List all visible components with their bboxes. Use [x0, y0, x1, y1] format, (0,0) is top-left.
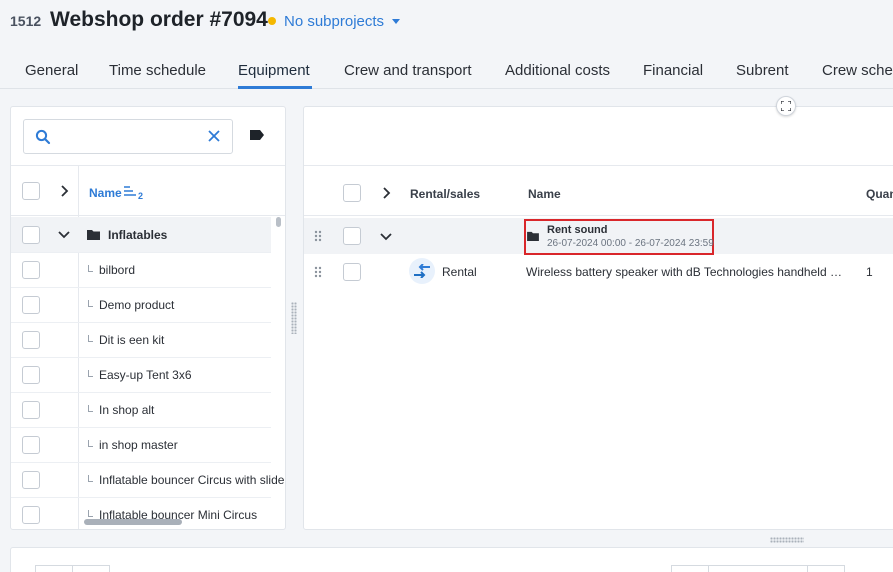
item-name[interactable]: Wireless battery speaker with dB Technol… — [526, 265, 850, 279]
bottom-panel — [10, 547, 893, 572]
name-column-header[interactable]: Name — [89, 186, 122, 200]
chevron-down-icon[interactable] — [58, 230, 70, 240]
tree-branch-icon — [88, 475, 93, 482]
item-quantity[interactable]: 1 — [866, 265, 873, 279]
item-label: Inflatable bouncer Circus with slide — [99, 473, 285, 487]
left-table-header — [11, 165, 285, 216]
chevron-right-icon[interactable] — [60, 185, 70, 197]
tab-crew-and-transport[interactable]: Crew and transport — [344, 62, 472, 79]
vertical-scrollbar[interactable] — [276, 217, 281, 227]
list-item[interactable]: In shop alt — [11, 393, 271, 428]
item-label: Easy-up Tent 3x6 — [99, 368, 192, 382]
sort-ascending-icon[interactable] — [124, 186, 136, 196]
sort-order-number: 2 — [138, 191, 144, 201]
item-label: In shop alt — [99, 403, 155, 417]
list-item[interactable]: Inflatable bouncer Mini Circus — [11, 498, 271, 529]
close-icon[interactable] — [207, 129, 221, 143]
group-dates: 26-07-2024 00:00 - 26-07-2024 23:59 — [547, 238, 714, 249]
panel-splitter-handle[interactable] — [291, 302, 297, 334]
group-row[interactable]: Inflatables — [11, 217, 271, 253]
row-checkbox[interactable] — [22, 436, 40, 454]
pager-button[interactable] — [35, 565, 73, 572]
expand-icon — [781, 101, 791, 111]
row-checkbox[interactable] — [22, 226, 40, 244]
select-all-checkbox[interactable] — [343, 184, 361, 202]
search-icon — [35, 129, 51, 145]
tree-branch-icon — [88, 510, 93, 517]
row-checkbox[interactable] — [22, 261, 40, 279]
group-label: Inflatables — [108, 228, 168, 242]
subprojects-dropdown[interactable]: No subprojects — [284, 13, 384, 30]
select-all-checkbox[interactable] — [22, 182, 40, 200]
right-table-header — [304, 165, 893, 216]
tree-branch-icon — [88, 335, 93, 342]
list-item[interactable]: Demo product — [11, 288, 271, 323]
horizontal-scrollbar[interactable] — [84, 519, 182, 525]
list-item[interactable]: Dit is een kit — [11, 323, 271, 358]
tab-financial[interactable]: Financial — [643, 62, 703, 79]
drag-handle-icon[interactable] — [314, 230, 322, 242]
row-checkbox[interactable] — [343, 263, 361, 281]
item-label: bilbord — [99, 263, 136, 277]
pager-button[interactable] — [807, 565, 845, 572]
row-checkbox[interactable] — [343, 227, 361, 245]
tree-branch-icon — [88, 370, 93, 377]
equipment-browser-panel: Name 2 Inflatables bilbord Demo product … — [10, 106, 286, 530]
active-tab-indicator — [238, 86, 312, 89]
row-checkbox[interactable] — [22, 331, 40, 349]
row-checkbox[interactable] — [22, 296, 40, 314]
status-dot — [268, 17, 276, 25]
folder-icon — [527, 231, 539, 241]
item-label: in shop master — [99, 438, 178, 452]
row-checkbox[interactable] — [22, 506, 40, 524]
chevron-right-icon[interactable] — [382, 187, 392, 199]
tab-additional-costs[interactable]: Additional costs — [505, 62, 610, 79]
rental-sales-column-header[interactable]: Rental/sales — [410, 187, 480, 201]
item-label: Dit is een kit — [99, 333, 165, 347]
search-input[interactable] — [23, 119, 233, 154]
pager-button[interactable] — [671, 565, 709, 572]
quantity-column-header[interactable]: Quantity — [866, 187, 893, 201]
chevron-down-icon[interactable] — [392, 19, 400, 24]
page-header: 1512 Webshop order #7094 No subprojects — [0, 0, 893, 44]
chevron-down-icon[interactable] — [380, 232, 392, 242]
tree-branch-icon — [88, 440, 93, 447]
tab-general[interactable]: General — [25, 62, 78, 79]
rental-type-icon — [409, 258, 435, 284]
pager-button[interactable] — [72, 565, 110, 572]
vertical-resize-handle[interactable] — [770, 537, 804, 543]
list-item[interactable]: Easy-up Tent 3x6 — [11, 358, 271, 393]
tag-icon[interactable] — [249, 129, 265, 141]
tab-subrent[interactable]: Subrent — [736, 62, 789, 79]
pager-button[interactable] — [708, 565, 808, 572]
list-item[interactable]: in shop master — [11, 428, 271, 463]
drag-handle-icon[interactable] — [314, 266, 322, 278]
tab-crew-schedule[interactable]: Crew schedule — [822, 62, 893, 79]
tab-bar: General Time schedule Equipment Crew and… — [0, 54, 893, 89]
tab-time-schedule[interactable]: Time schedule — [109, 62, 206, 79]
fullscreen-button[interactable] — [776, 96, 796, 116]
tree-branch-icon — [88, 300, 93, 307]
group-title[interactable]: Rent sound — [547, 224, 608, 236]
list-item[interactable]: bilbord — [11, 253, 271, 288]
tree-branch-icon — [88, 405, 93, 412]
list-item[interactable]: Inflatable bouncer Circus with slide — [11, 463, 284, 498]
page-title: Webshop order #7094 — [50, 8, 268, 31]
tab-equipment[interactable]: Equipment — [238, 62, 310, 79]
name-column-header[interactable]: Name — [528, 187, 561, 201]
row-checkbox[interactable] — [22, 366, 40, 384]
item-label: Demo product — [99, 298, 175, 312]
folder-icon — [87, 230, 100, 240]
tree-branch-icon — [88, 265, 93, 272]
rental-type-label: Rental — [442, 265, 477, 279]
row-checkbox[interactable] — [22, 401, 40, 419]
project-id: 1512 — [10, 13, 42, 29]
project-equipment-panel: Rental/sales Name Quantity Rent sound 26… — [303, 106, 893, 530]
row-checkbox[interactable] — [22, 471, 40, 489]
